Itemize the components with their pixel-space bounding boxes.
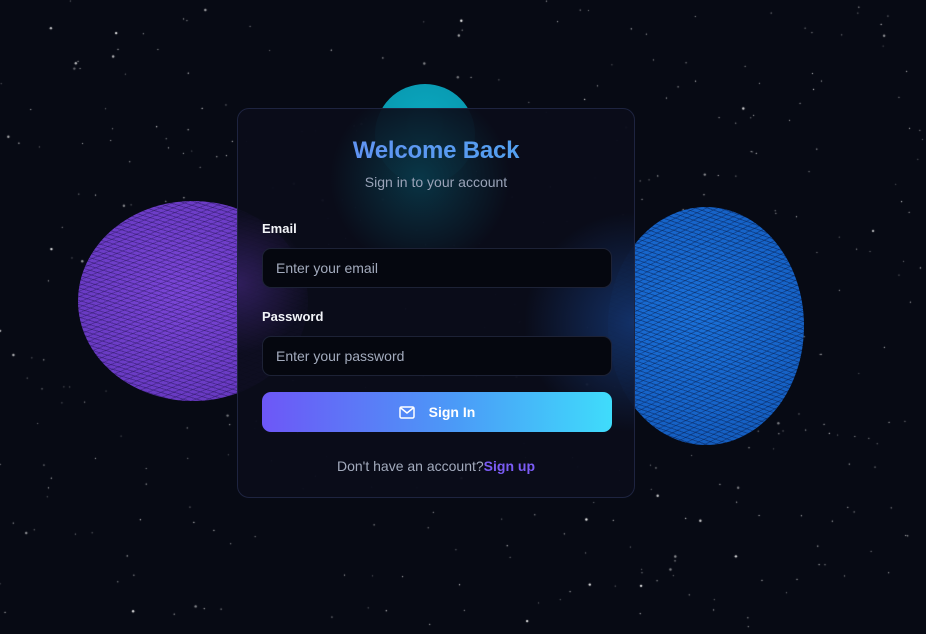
page-title: Welcome Back (238, 137, 634, 165)
login-card: Welcome Back Sign in to your account Ema… (237, 108, 635, 498)
email-label: Email (262, 221, 297, 236)
mail-icon (398, 405, 415, 419)
password-label: Password (262, 309, 324, 324)
sign-in-button[interactable]: Sign In (262, 392, 612, 432)
blue-orb-decoration (608, 207, 804, 445)
email-field[interactable] (262, 248, 612, 288)
password-field[interactable] (262, 336, 612, 376)
sign-in-button-label: Sign In (428, 404, 476, 420)
login-page: Welcome Back Sign in to your account Ema… (0, 0, 926, 634)
page-subtitle: Sign in to your account (364, 174, 508, 190)
signup-prompt-text: Don't have an account? (337, 458, 484, 474)
signup-link[interactable]: Sign up (484, 458, 535, 474)
signup-prompt: Don't have an account?Sign up (238, 458, 634, 474)
